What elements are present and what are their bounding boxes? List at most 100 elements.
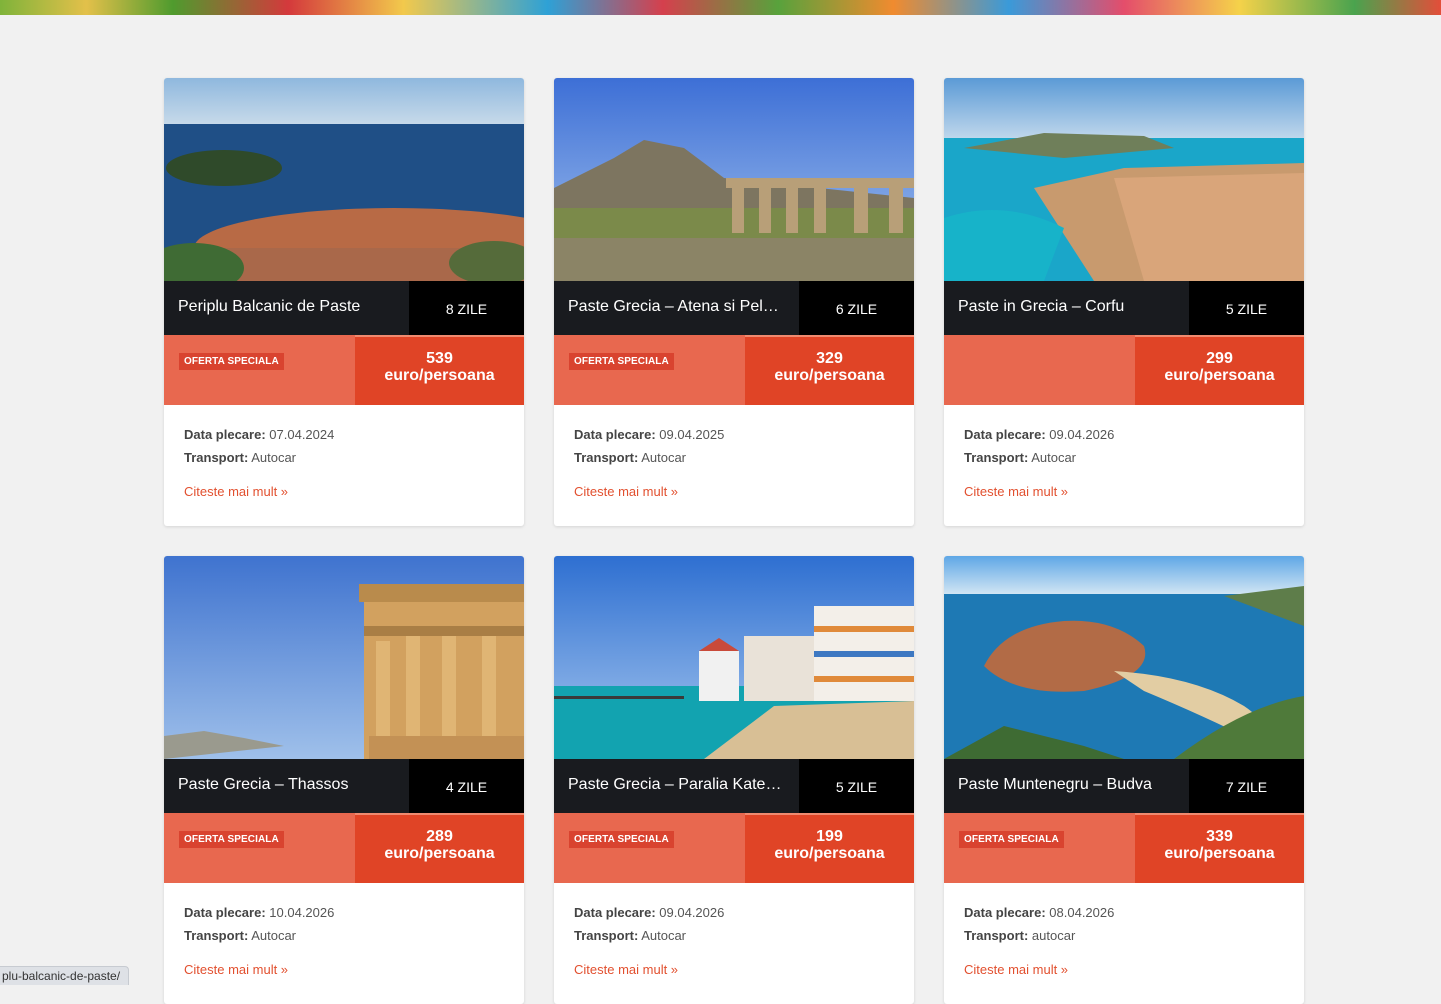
offer-price: 299 euro/persoana [1135,335,1304,405]
read-more-link[interactable]: Citeste mai mult » [964,484,1068,499]
offer-price: 289 euro/persoana [355,813,524,883]
price-unit: euro/persoana [384,845,495,862]
transport-label: Transport: [574,450,639,465]
offer-price: 329 euro/persoana [745,335,914,405]
offer-price-bar: OFERTA SPECIALA 539 euro/persoana [164,335,524,405]
offer-details: Data plecare: 08.04.2026 Transport: auto… [964,901,1114,947]
offer-image[interactable] [944,78,1304,281]
offer-title-bar: Periplu Balcanic de Paste 8 ZILE [164,281,524,335]
special-offer-badge: OFERTA SPECIALA [569,831,674,848]
departure-label: Data plecare: [184,905,266,920]
offer-image[interactable] [554,556,914,759]
offer-duration: 5 ZILE [1189,281,1304,335]
offer-title[interactable]: Paste Grecia – Paralia Katerini [568,759,783,811]
read-more-link[interactable]: Citeste mai mult » [964,962,1068,977]
offer-price-bar: OFERTA SPECIALA 329 euro/persoana [554,335,914,405]
offer-duration: 8 ZILE [409,281,524,335]
departure-row: Data plecare: 09.04.2026 [964,423,1114,446]
transport-label: Transport: [184,450,249,465]
offer-duration: 4 ZILE [409,759,524,813]
price-unit: euro/persoana [774,845,885,862]
price-amount: 299 [1206,350,1233,367]
offer-card[interactable]: Paste Muntenegru – Budva 7 ZILE OFERTA S… [944,556,1304,1004]
offer-price-bar: OFERTA SPECIALA 289 euro/persoana [164,813,524,883]
departure-row: Data plecare: 08.04.2026 [964,901,1114,924]
offer-title-bar: Paste in Grecia – Corfu 5 ZILE [944,281,1304,335]
offer-title-bar: Paste Grecia – Thassos 4 ZILE [164,759,524,813]
offer-details: Data plecare: 10.04.2026 Transport: Auto… [184,901,334,947]
offer-duration: 6 ZILE [799,281,914,335]
offer-duration: 5 ZILE [799,759,914,813]
departure-date: 10.04.2026 [269,905,335,920]
transport-row: Transport: autocar [964,924,1114,947]
offer-image[interactable] [164,78,524,281]
transport-row: Transport: Autocar [184,446,334,469]
read-more-link[interactable]: Citeste mai mult » [574,484,678,499]
departure-row: Data plecare: 07.04.2024 [184,423,334,446]
offer-price: 199 euro/persoana [745,813,914,883]
price-amount: 199 [816,828,843,845]
offer-duration: 7 ZILE [1189,759,1304,813]
transport-label: Transport: [574,928,639,943]
departure-label: Data plecare: [574,427,656,442]
departure-label: Data plecare: [574,905,656,920]
status-bar-url: plu-balcanic-de-paste/ [0,966,130,985]
offer-card[interactable]: Periplu Balcanic de Paste 8 ZILE OFERTA … [164,78,524,526]
transport-label: Transport: [964,450,1029,465]
departure-date: 09.04.2025 [659,427,725,442]
offer-title-bar: Paste Muntenegru – Budva 7 ZILE [944,759,1304,813]
offer-card[interactable]: Paste Grecia – Thassos 4 ZILE OFERTA SPE… [164,556,524,1004]
departure-date: 09.04.2026 [659,905,725,920]
transport-row: Transport: Autocar [574,446,724,469]
special-offer-badge: OFERTA SPECIALA [179,353,284,370]
special-offer-badge: OFERTA SPECIALA [569,353,674,370]
offer-price-bar: 299 euro/persoana [944,335,1304,405]
offer-title-bar: Paste Grecia – Paralia Katerini 5 ZILE [554,759,914,813]
price-amount: 289 [426,828,453,845]
departure-label: Data plecare: [184,427,266,442]
offer-details: Data plecare: 09.04.2026 Transport: Auto… [574,901,724,947]
offer-title[interactable]: Paste in Grecia – Corfu [958,281,1173,333]
departure-row: Data plecare: 09.04.2026 [574,901,724,924]
offer-details: Data plecare: 09.04.2026 Transport: Auto… [964,423,1114,469]
offer-price-bar: OFERTA SPECIALA 199 euro/persoana [554,813,914,883]
offer-price: 539 euro/persoana [355,335,524,405]
departure-row: Data plecare: 09.04.2025 [574,423,724,446]
transport-row: Transport: Autocar [574,924,724,947]
price-unit: euro/persoana [774,367,885,384]
transport-row: Transport: Autocar [184,924,334,947]
offer-title[interactable]: Paste Grecia – Thassos [178,759,393,811]
transport-value: autocar [1031,928,1076,943]
offer-details: Data plecare: 07.04.2024 Transport: Auto… [184,423,334,469]
price-amount: 339 [1206,828,1233,845]
easter-banner-image [0,0,1441,15]
departure-label: Data plecare: [964,905,1046,920]
offer-image[interactable] [554,78,914,281]
transport-label: Transport: [964,928,1029,943]
offer-title[interactable]: Paste Muntenegru – Budva [958,759,1173,811]
departure-date: 09.04.2026 [1049,427,1115,442]
transport-label: Transport: [184,928,249,943]
departure-row: Data plecare: 10.04.2026 [184,901,334,924]
read-more-link[interactable]: Citeste mai mult » [574,962,678,977]
transport-value: Autocar [251,450,297,465]
transport-value: Autocar [641,928,687,943]
offer-image[interactable] [944,556,1304,759]
offer-price-bar: OFERTA SPECIALA 339 euro/persoana [944,813,1304,883]
price-unit: euro/persoana [1164,845,1275,862]
transport-value: Autocar [251,928,297,943]
offer-details: Data plecare: 09.04.2025 Transport: Auto… [574,423,724,469]
offer-card[interactable]: Paste Grecia – Paralia Katerini 5 ZILE O… [554,556,914,1004]
departure-date: 07.04.2024 [269,427,335,442]
offer-price: 339 euro/persoana [1135,813,1304,883]
read-more-link[interactable]: Citeste mai mult » [184,962,288,977]
offer-card[interactable]: Paste in Grecia – Corfu 5 ZILE 299 euro/… [944,78,1304,526]
price-amount: 329 [816,350,843,367]
offer-card[interactable]: Paste Grecia – Atena si Peloponez 6 ZILE… [554,78,914,526]
read-more-link[interactable]: Citeste mai mult » [184,484,288,499]
price-unit: euro/persoana [384,367,495,384]
offer-image[interactable] [164,556,524,759]
offer-title[interactable]: Paste Grecia – Atena si Peloponez [568,281,783,333]
transport-value: Autocar [1031,450,1077,465]
offer-title[interactable]: Periplu Balcanic de Paste [178,281,393,333]
